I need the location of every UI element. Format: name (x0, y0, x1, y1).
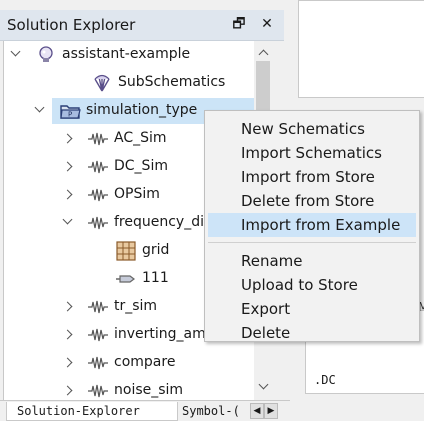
schematic-view-top[interactable] (298, 0, 424, 98)
tree-item[interactable]: SubSchematics (4, 69, 255, 97)
tree-item-label: assistant-example (62, 46, 191, 62)
tab-symbol[interactable]: Symbol-( (182, 402, 250, 420)
menu-item[interactable]: Import from Example (208, 213, 416, 237)
menu-item-label: New Schematics (241, 120, 365, 138)
expand-right-icon[interactable] (62, 131, 74, 147)
expand-down-icon[interactable] (34, 103, 46, 119)
waveform-icon (87, 381, 109, 401)
expand-right-icon[interactable] (62, 327, 74, 343)
menu-item-label: Import Schematics (241, 144, 382, 162)
menu-item[interactable]: Import Schematics (208, 141, 416, 165)
bottom-tab-bar: Solution-Explorer Symbol-( ◀ ▶ (0, 400, 290, 421)
svg-text:P: P (68, 111, 72, 119)
tree-item-label: DC_Sim (114, 158, 168, 174)
tree-item[interactable]: noise_sim (4, 377, 255, 401)
menu-item-label: Export (241, 300, 291, 318)
context-menu: New Schematics Import Schematics Import fr… (204, 110, 420, 342)
menu-item[interactable]: Import from Store (208, 165, 416, 189)
waveform-icon (87, 185, 109, 205)
bulb-icon (35, 45, 57, 65)
tree-item-label: OPSim (114, 186, 160, 202)
tree-item-label: 111 (142, 270, 169, 286)
expand-right-icon[interactable] (62, 383, 74, 399)
tree-item-label: tr_sim (114, 298, 158, 314)
expand-right-icon[interactable] (62, 355, 74, 371)
tree-item-label: simulation_type (86, 102, 198, 118)
menu-item-label: Import from Example (241, 216, 401, 234)
tree-item-label: frequency_div (114, 214, 213, 230)
folder-p-icon: P (59, 101, 81, 121)
menu-item[interactable]: Upload to Store (208, 273, 416, 297)
expand-right-icon[interactable] (62, 299, 74, 315)
tree-item[interactable]: compare (4, 349, 255, 377)
grid-icon (115, 241, 137, 261)
waveform-icon (87, 297, 109, 317)
float-icon[interactable]: 🗗 (230, 15, 248, 33)
menu-item[interactable]: New Schematics (208, 117, 416, 141)
waveform-icon (87, 353, 109, 373)
menu-separator (208, 242, 416, 243)
menu-item[interactable]: Delete from Store (208, 189, 416, 213)
pin-icon (115, 269, 137, 289)
expand-right-icon[interactable] (62, 187, 74, 203)
tree-item-label: noise_sim (114, 382, 184, 398)
expand-down-icon[interactable] (10, 47, 22, 63)
tree-item-label: AC_Sim (114, 130, 167, 146)
waveform-icon (87, 213, 109, 233)
scroll-down-icon[interactable] (258, 381, 268, 391)
expand-down-icon[interactable] (62, 215, 74, 231)
menu-item-label: Delete (241, 324, 291, 342)
tree-item-label: grid (142, 242, 170, 258)
tree-item[interactable]: assistant-example (4, 41, 255, 69)
waveform-icon (87, 129, 109, 149)
panel-title-bar: Solution Explorer 🗗 ✕ (0, 10, 284, 41)
close-icon[interactable]: ✕ (258, 15, 276, 33)
menu-item-label: Delete from Store (241, 192, 375, 210)
shell-icon (91, 73, 113, 93)
scroll-up-icon[interactable] (258, 47, 268, 57)
menu-item[interactable]: Delete (208, 321, 416, 345)
tab-scroll-left-icon[interactable]: ◀ (250, 403, 264, 419)
menu-item-label: Import from Store (241, 168, 375, 186)
waveform-icon (87, 157, 109, 177)
schematic-text: .DC (314, 373, 336, 387)
expand-right-icon[interactable] (62, 159, 74, 175)
menu-item-label: Rename (241, 252, 303, 270)
waveform-icon (87, 325, 109, 345)
tab-scroll-right-icon[interactable]: ▶ (264, 403, 278, 419)
menu-item[interactable]: Export (208, 297, 416, 321)
tree-item-label: inverting_amp (114, 326, 215, 342)
tab-solution-explorer[interactable]: Solution-Explorer (6, 402, 178, 421)
menu-item-label: Upload to Store (241, 276, 358, 294)
tree-item-label: compare (114, 354, 176, 370)
panel-title: Solution Explorer (7, 16, 136, 34)
tree-item-label: SubSchematics (118, 74, 226, 90)
menu-item[interactable]: Rename (208, 249, 416, 273)
